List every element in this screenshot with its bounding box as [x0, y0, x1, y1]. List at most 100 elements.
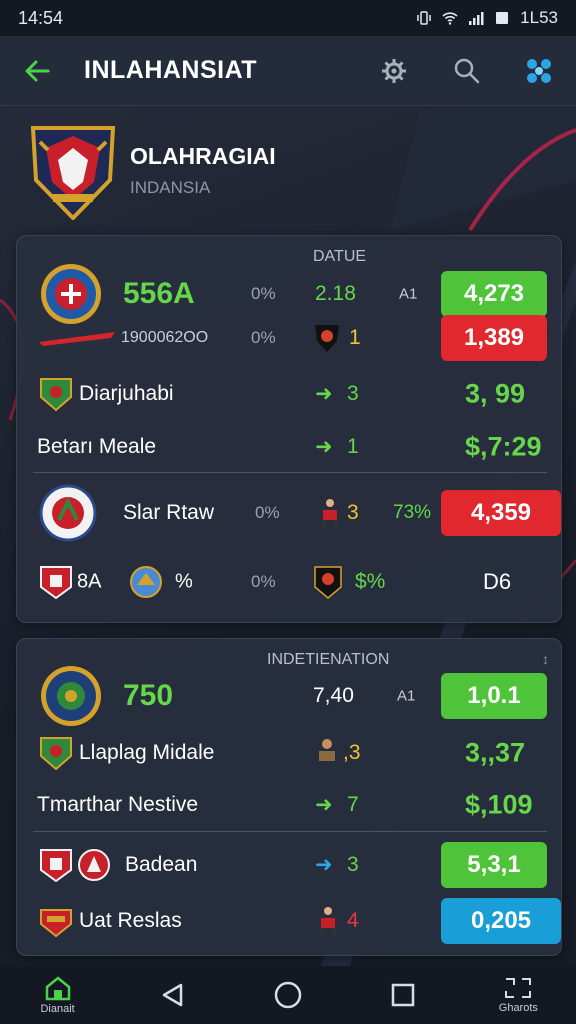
vibrate-icon [417, 11, 431, 25]
nav-home-circle[interactable] [248, 966, 328, 1024]
table-row[interactable]: Llaplag Midale ,3 3,,37 [17, 727, 563, 779]
percentage: 0% [255, 503, 280, 522]
percentage: 0% [251, 284, 276, 303]
app-bar: INLAHANSIAT [0, 36, 576, 106]
odds-pill[interactable]: 1,389 [441, 315, 547, 361]
team-name: Diarjuhabi [79, 382, 174, 405]
team-name: Betarı Meale [37, 435, 157, 458]
team-name: Badean [125, 853, 198, 876]
league-header: OLAHRAGIAI INDANSIA [28, 120, 328, 220]
club-badge-icon [315, 325, 339, 352]
back-button[interactable] [20, 54, 54, 88]
triangle-back-icon [162, 983, 183, 1007]
value: $,109 [465, 789, 533, 820]
table-row[interactable]: Uat Reslas 4 0,205 [17, 895, 563, 947]
arrow-icon: ➜ [315, 853, 333, 877]
team-name: Tmarthar Nestive [37, 793, 199, 816]
team-crest-icon [40, 566, 72, 599]
count: 4 [347, 909, 359, 932]
tag: A1 [397, 687, 416, 705]
odds-pill[interactable]: 5,3,1 [441, 842, 547, 888]
team-name: Uat Reslas [79, 909, 182, 932]
tag: A1 [399, 285, 418, 303]
percentage: 0% [251, 572, 276, 591]
count: 7 [347, 793, 359, 816]
table-row[interactable]: 750 7,40 A1 1,0.1 [17, 661, 563, 731]
league-crest-icon [30, 126, 116, 220]
status-icons: 1L53 [416, 8, 558, 28]
table-row[interactable]: 1900062OO 0% 1 1,389 [17, 312, 563, 364]
value: 3, 99 [465, 378, 526, 409]
gear-icon [382, 58, 406, 83]
apps-button[interactable] [522, 54, 556, 88]
count: ,3 [343, 741, 361, 764]
wifi-icon [442, 12, 458, 25]
percentage: 0% [251, 328, 276, 347]
battery-text: 1L53 [520, 8, 558, 27]
text: $% [355, 570, 386, 593]
apps-dots-icon [527, 58, 551, 83]
team-name: 1900062OO [121, 329, 209, 346]
value: 7,40 [313, 684, 354, 707]
team-name: Slar Rtaw [123, 501, 215, 524]
app-title: INLAHANSIAT [84, 56, 258, 84]
standings-panel-1: DATUE 556A 0% 2.18 A1 4,273 1900062OO 0%… [16, 235, 562, 623]
home-icon [45, 976, 70, 1001]
square-recents-icon [391, 983, 415, 1007]
table-row[interactable]: Slar Rtaw 0% 3 73% 4,359 [17, 482, 563, 544]
circle-home-icon [274, 981, 302, 1009]
navigation-bar: Dianait Gharots [0, 966, 576, 1024]
table-row[interactable]: Diarjuhabi ➜ 3 3, 99 [17, 368, 563, 420]
player-icon [319, 739, 335, 761]
team-crest-icon [41, 666, 101, 726]
player-icon [319, 907, 337, 936]
count: 3 [347, 382, 359, 405]
odds-pill[interactable]: 0,205 [441, 898, 561, 944]
table-row[interactable]: Betarı Meale ➜ 1 $,7:29 [17, 421, 563, 473]
team-crest-icon [40, 378, 72, 411]
value: 3,,37 [465, 737, 526, 768]
odds-pill[interactable]: 1,0.1 [441, 673, 547, 719]
value: D6 [483, 569, 512, 594]
settings-button[interactable] [378, 54, 412, 88]
team-crest-icon [130, 566, 162, 598]
arrow-icon: ➜ [315, 382, 333, 406]
team-crest-icon [39, 484, 97, 542]
count: 3 [347, 853, 359, 876]
arrow-icon: ➜ [315, 435, 333, 459]
odds-pill[interactable]: 4,359 [441, 490, 561, 536]
count: 3 [347, 501, 359, 524]
symbol: % [175, 570, 193, 593]
nav-grid[interactable]: Gharots [478, 966, 558, 1024]
divider [33, 472, 547, 473]
league-subtitle: INDANSIA [130, 177, 211, 197]
red-streak-icon [39, 332, 115, 346]
team-crest-icon [78, 849, 110, 881]
team-name: 8A [77, 570, 102, 593]
percentage-green: 73% [393, 502, 432, 523]
value: 2.18 [315, 282, 356, 305]
nav-home[interactable]: Dianait [18, 966, 98, 1024]
league-name: OLAHRAGIAI [130, 142, 276, 169]
team-score: 750 [123, 679, 174, 712]
count: 1 [349, 326, 361, 349]
team-crest-icon [40, 909, 72, 938]
search-icon [454, 58, 480, 83]
nav-home-label: Dianait [40, 1003, 75, 1015]
team-crest-icon [40, 737, 72, 770]
nav-recents[interactable] [363, 966, 443, 1024]
table-row[interactable]: 8A % 0% $% D6 [17, 556, 563, 608]
team-name: Llaplag Midale [79, 741, 215, 764]
standings-panel-2: INDETIENATION ↕ 750 7,40 A1 1,0.1 Llapla… [16, 638, 562, 956]
table-row[interactable]: Tmarthar Nestive ➜ 7 $,109 [17, 779, 563, 831]
nav-back[interactable] [133, 966, 213, 1024]
arrow-left-icon [25, 60, 50, 81]
status-bar: 14:54 1L53 [0, 0, 576, 36]
signal-icon [469, 12, 484, 25]
search-button[interactable] [450, 54, 484, 88]
table-row[interactable]: Badean ➜ 3 5,3,1 [17, 839, 563, 891]
value: $,7:29 [465, 431, 542, 462]
odds-pill[interactable]: 4,273 [441, 271, 547, 317]
player-icon [321, 499, 339, 528]
nav-grid-label: Gharots [498, 1002, 538, 1014]
